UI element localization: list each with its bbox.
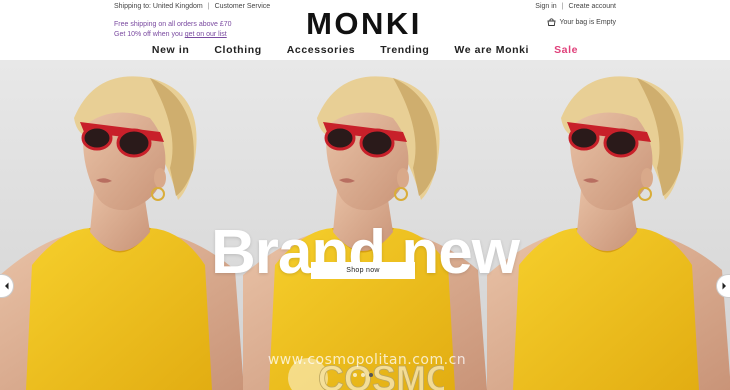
slide-dot[interactable]: [361, 373, 365, 377]
nav-item-clothing[interactable]: Clothing: [202, 42, 274, 58]
nav-item-new-in[interactable]: New in: [139, 42, 201, 58]
watermark-url: www.cosmopolitan.com.cn: [267, 352, 467, 368]
slide-dot[interactable]: [353, 373, 357, 377]
sign-in-link[interactable]: Sign in: [535, 3, 556, 10]
slide-dot-active[interactable]: [369, 373, 373, 377]
chevron-right-icon: [722, 282, 726, 290]
promo-newsletter-text: Get 10% off when you: [114, 31, 185, 38]
nav-item-we-are-monki[interactable]: We are Monki: [442, 42, 542, 58]
shipping-link[interactable]: Shipping to: United Kingdom: [114, 3, 203, 10]
promo-messages: Free shipping on all orders above £70 Ge…: [114, 20, 232, 40]
divider: |: [561, 3, 564, 10]
nav-item-sale[interactable]: Sale: [542, 42, 591, 58]
nav-item-trending[interactable]: Trending: [368, 42, 442, 58]
main-nav: New in Clothing Accessories Trending We …: [0, 42, 730, 58]
bag-status: Your bag is Empty: [559, 18, 616, 26]
nav-item-accessories[interactable]: Accessories: [274, 42, 367, 58]
promo-newsletter: Get 10% off when you get on our list: [114, 30, 232, 40]
monki-logo[interactable]: MONKI: [296, 5, 432, 39]
slide-indicator: [353, 373, 373, 377]
chevron-left-icon: [4, 282, 8, 290]
create-account-link[interactable]: Create account: [569, 3, 616, 10]
customer-service-link[interactable]: Customer Service: [215, 3, 271, 10]
hero-banner[interactable]: Brand new COSMO: [0, 60, 730, 390]
bag-icon: [547, 18, 556, 26]
top-utility-left: Shipping to: United Kingdom | Customer Ser…: [114, 3, 270, 10]
logo-text: MONKI: [306, 6, 422, 39]
site-header: Shipping to: United Kingdom | Customer Ser…: [0, 0, 730, 60]
bag-link[interactable]: Your bag is Empty: [547, 18, 616, 26]
promo-shipping: Free shipping on all orders above £70: [114, 21, 232, 28]
shop-now-button[interactable]: Shop now: [311, 262, 415, 279]
divider: |: [207, 3, 210, 10]
newsletter-link[interactable]: get on our list: [185, 31, 227, 38]
top-utility-right: Sign in | Create account: [535, 3, 616, 10]
